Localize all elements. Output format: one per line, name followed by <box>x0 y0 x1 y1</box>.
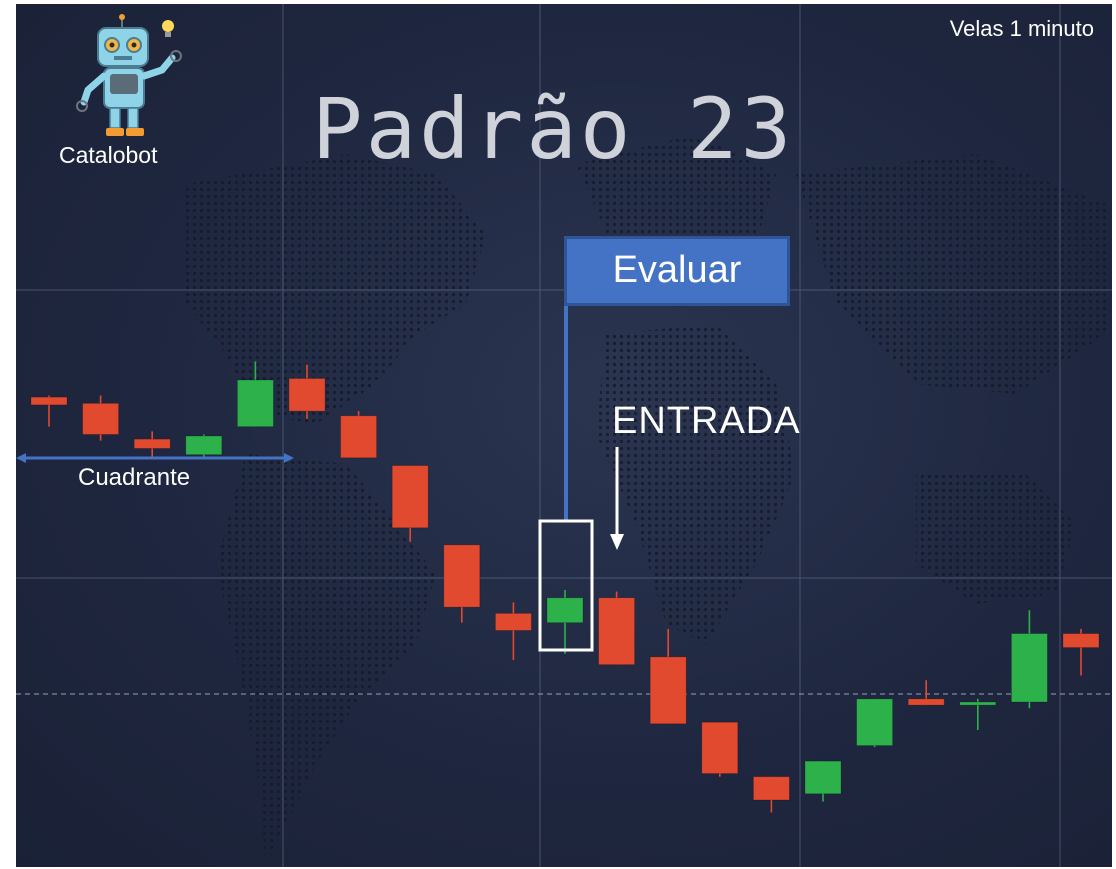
candle-13 <box>649 628 687 725</box>
candle-3 <box>133 431 171 458</box>
candle-body <box>185 435 223 456</box>
bot-name-label: Catalobot <box>59 142 158 168</box>
candle-12 <box>598 591 635 666</box>
candle-19 <box>959 698 997 730</box>
candle-2 <box>82 395 119 441</box>
candle-body <box>753 776 790 801</box>
evaluated-candle-highlight <box>538 519 594 652</box>
candle-body <box>701 721 739 774</box>
candle-4 <box>185 434 223 458</box>
candle-body <box>649 656 687 725</box>
candle-7 <box>340 411 378 459</box>
evaluate-label: Evaluar <box>612 249 742 291</box>
candle-body <box>856 698 893 746</box>
candle-body <box>443 544 481 608</box>
candle-body <box>959 701 997 706</box>
entry-label: ENTRADA <box>612 400 801 442</box>
candle-body <box>236 379 274 428</box>
candle-body <box>82 402 119 435</box>
candle-body <box>1011 633 1048 703</box>
candle-17 <box>856 698 893 748</box>
candle-body <box>340 415 378 459</box>
pattern-title: Padrão 23 <box>312 80 795 178</box>
quadrant-label: Cuadrante <box>78 464 191 491</box>
candle-body <box>133 438 171 449</box>
candle-18 <box>907 680 945 706</box>
candle-body <box>546 597 584 624</box>
candle-10 <box>494 602 532 660</box>
candle-body <box>494 612 532 631</box>
candle-body <box>391 465 429 529</box>
candle-body <box>598 597 635 666</box>
candle-body <box>907 698 945 706</box>
candle-11 <box>546 590 584 654</box>
timeframe-label: Velas 1 minuto <box>949 16 1094 41</box>
candle-body <box>30 396 68 406</box>
evaluate-callout: Evaluar <box>564 236 790 306</box>
candle-body <box>804 760 842 795</box>
candle-14 <box>701 721 739 777</box>
candle-9 <box>443 544 481 623</box>
candle-body <box>288 378 326 412</box>
catalobot-logo <box>76 14 182 136</box>
candle-16 <box>804 760 842 802</box>
candle-body <box>1062 633 1100 648</box>
candle-1 <box>30 395 68 427</box>
candle-15 <box>753 776 790 813</box>
chart-canvas: Velas 1 minuto Padrão 23 Catalobot Cuadr… <box>16 4 1112 867</box>
candle-21 <box>1062 628 1100 676</box>
candle-20 <box>1011 610 1048 709</box>
